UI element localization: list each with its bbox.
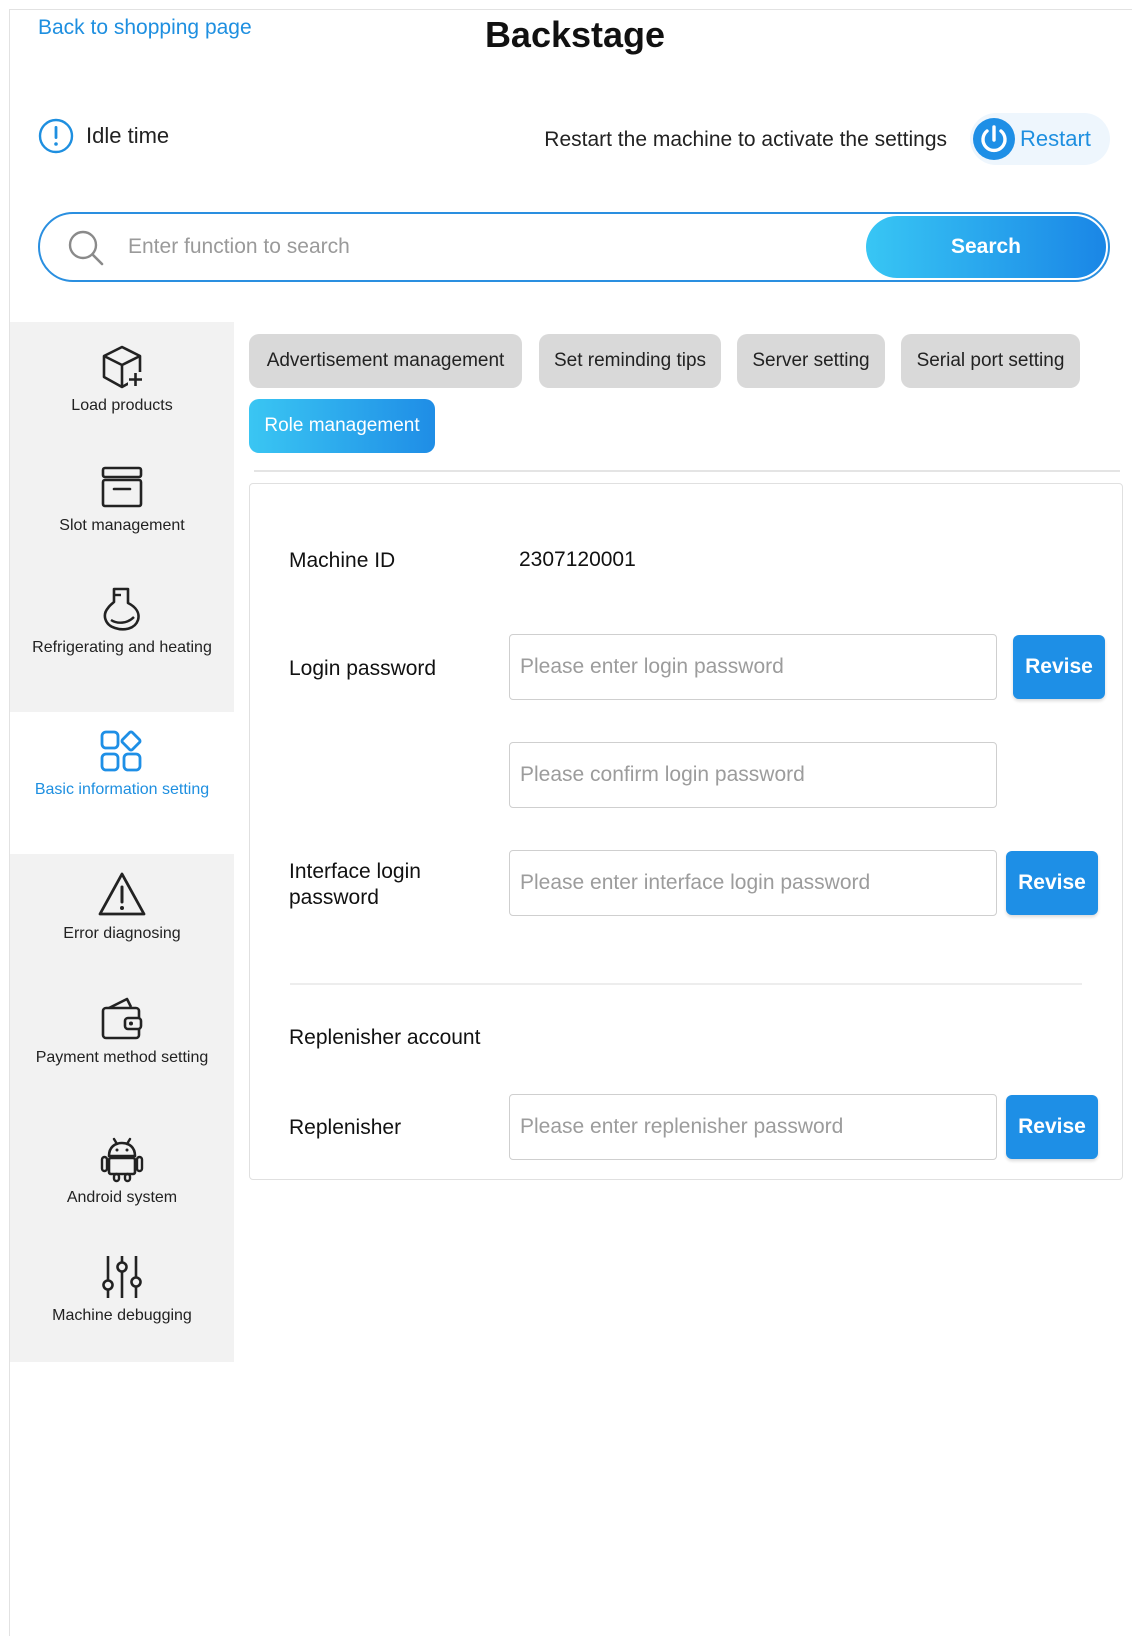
sidebar-item-payment-method[interactable]: Payment method setting: [10, 994, 234, 1122]
sidebar-item-label: Payment method setting: [35, 1049, 209, 1066]
replenisher-account-title: Replenisher account: [289, 1026, 481, 1049]
sidebar-item-load-products[interactable]: Load products: [10, 342, 234, 460]
flask-icon: [103, 587, 140, 631]
sidebar-item-label: Error diagnosing: [63, 925, 181, 942]
search-button[interactable]: Search: [866, 216, 1106, 278]
machine-id-value: 2307120001: [519, 548, 636, 571]
page-title: Backstage: [484, 14, 666, 55]
login-password-confirm-input[interactable]: [509, 742, 997, 808]
interface-login-password-input[interactable]: [509, 850, 997, 916]
sidebar-item-label: Android system: [66, 1189, 178, 1206]
search-icon: [68, 230, 104, 266]
sidebar-item-label: Basic information setting: [34, 781, 210, 798]
login-password-label: Login password: [289, 657, 437, 680]
restart-label: Restart: [1020, 126, 1091, 151]
tabs-divider: [254, 470, 1120, 472]
tab-set-reminding-tips[interactable]: Set reminding tips: [539, 334, 721, 388]
sidebar-item-machine-debugging[interactable]: Machine debugging: [10, 1252, 234, 1362]
sidebar-item-label: Refrigerating and heating: [32, 639, 212, 656]
replenisher-label: Replenisher: [289, 1116, 402, 1139]
drawer-icon: [101, 466, 143, 508]
info-icon: [38, 118, 74, 154]
login-password-input[interactable]: [509, 634, 997, 700]
sidebar-item-label: Slot management: [59, 517, 185, 534]
search-bar: Search: [38, 212, 1110, 282]
interface-login-password-label: Interface login password: [289, 860, 421, 909]
revise-replenisher-password-button[interactable]: Revise: [1006, 1095, 1098, 1159]
section-divider: [290, 983, 1082, 985]
sidebar-item-refrigerating-heating[interactable]: Refrigerating and heating: [10, 584, 234, 712]
android-icon: [100, 1137, 144, 1183]
tab-serial-port-setting[interactable]: Serial port setting: [901, 334, 1080, 388]
restart-hint: Restart the machine to activate the sett…: [544, 128, 947, 151]
sidebar-item-label: Load products: [71, 397, 173, 414]
sidebar-item-basic-information[interactable]: Basic information setting: [10, 712, 234, 854]
search-input[interactable]: [128, 224, 828, 270]
box-add-icon: [102, 345, 143, 389]
restart-button[interactable]: Restart: [970, 113, 1110, 165]
warning-icon: [98, 872, 146, 916]
idle-time-row: Idle time: [38, 118, 169, 154]
idle-time-label: Idle time: [86, 123, 170, 148]
machine-id-label: Machine ID: [289, 549, 396, 572]
sidebar: Load products Slot management Refrigerat…: [10, 322, 234, 1362]
sidebar-item-android-system[interactable]: Android system: [10, 1134, 234, 1252]
sliders-icon: [102, 1256, 142, 1298]
tab-role-management[interactable]: Role management: [249, 399, 435, 453]
revise-interface-password-button[interactable]: Revise: [1006, 851, 1098, 915]
wallet-icon: [101, 997, 143, 1040]
power-icon: [973, 118, 1015, 160]
tab-advertisement-management[interactable]: Advertisement management: [249, 334, 522, 388]
sidebar-item-slot-management[interactable]: Slot management: [10, 462, 234, 580]
role-management-panel: [249, 483, 1123, 1180]
revise-login-password-button[interactable]: Revise: [1013, 635, 1105, 699]
grid-icon: [100, 730, 142, 772]
tab-server-setting[interactable]: Server setting: [737, 334, 885, 388]
sidebar-item-error-diagnosing[interactable]: Error diagnosing: [10, 870, 234, 988]
sidebar-item-label: Machine debugging: [52, 1307, 192, 1324]
replenisher-password-input[interactable]: [509, 1094, 997, 1160]
